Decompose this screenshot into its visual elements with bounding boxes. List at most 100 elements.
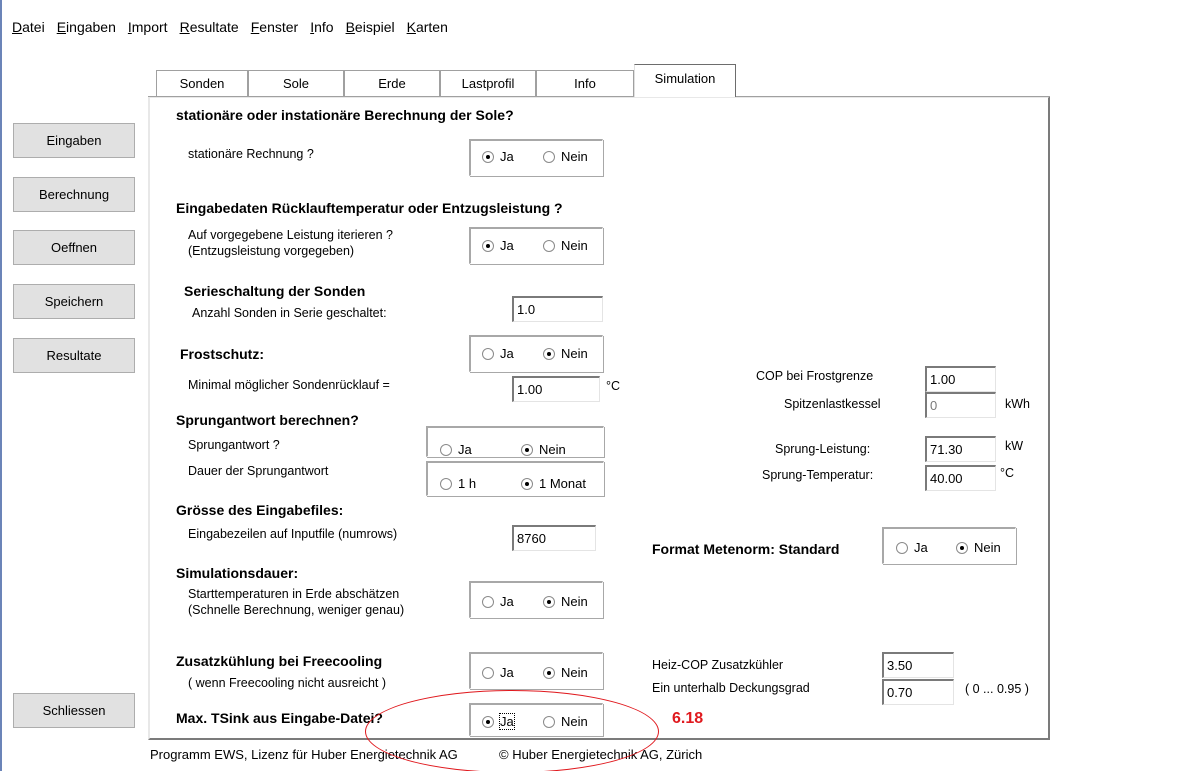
menu-import[interactable]: Import [128,19,168,39]
menu-datei[interactable]: Datei [12,19,45,39]
menu-fenster-label: enster [259,19,299,35]
dauer-label: Dauer der Sprungantwort [188,464,329,478]
radio-indicator-checked [482,150,494,163]
radio-indicator-checked [543,666,555,679]
menu-bar: Datei Eingaben Import Resultate Fenster … [12,19,460,39]
option-label: Nein [561,346,588,361]
option-label: 1 h [458,476,477,491]
radio-indicator-checked [956,541,968,554]
radio-indicator [482,347,494,360]
menu-fenster[interactable]: Fenster [251,19,298,39]
simulationsdauer-heading: Simulationsdauer: [176,565,299,581]
starttemperaturen-sublabel: (Schnelle Berechnung, weniger genau) [188,603,405,617]
heiz-cop-input[interactable]: 3.50 [882,652,954,678]
radio-indicator [896,541,908,554]
dauer-1monat-radio[interactable]: 1 Monat [521,476,586,491]
metenorm-label: Format Metenorm: Standard [652,541,840,557]
freecooling-label: ( wenn Freecooling nicht ausreicht ) [188,676,387,690]
option-label: Nein [561,238,588,253]
berechnung-button[interactable]: Berechnung [13,177,135,212]
sondenruecklauf-label: Minimal möglicher Sondenrücklauf = [188,378,390,392]
radio-indicator-checked [521,477,533,490]
zusatzkuehlung-ja-radio[interactable]: Ja [482,665,514,680]
sondenruecklauf-unit: °C [606,379,621,393]
sprung-temperatur-unit: °C [1000,466,1015,480]
menu-datei-label: atei [22,19,45,35]
simulationsdauer-ja-radio[interactable]: Ja [482,594,514,609]
menu-eingaben-mnemonic: E [56,19,67,35]
tab-simulation[interactable]: Simulation [634,64,736,97]
menu-eingaben-label: ingaben [66,19,116,35]
option-label: Nein [561,665,588,680]
option-label: Ja [500,346,514,361]
menu-karten-label: arten [415,19,448,35]
spitzenlastkessel-unit: kWh [1005,397,1030,411]
tab-sonden[interactable]: Sonden [156,70,248,96]
dauer-1h-radio[interactable]: 1 h [440,476,476,491]
option-label: Ja [500,665,514,680]
starttemperaturen-label: Starttemperaturen in Erde abschätzen [188,587,400,601]
stationaer-nein-radio[interactable]: Nein [543,149,588,164]
window-left-border [0,0,2,771]
stationaer-ja-radio[interactable]: Ja [482,149,514,164]
zusatzkuehlung-heading: Zusatzkühlung bei Freecooling [176,653,383,669]
tab-lastprofil[interactable]: Lastprofil [440,70,536,96]
frostschutz-ja-radio[interactable]: Ja [482,346,514,361]
iterieren-ja-radio[interactable]: Ja [482,238,514,253]
speichern-button[interactable]: Speichern [13,284,135,319]
tab-erde[interactable]: Erde [344,70,440,96]
sprungantwort-ja-radio[interactable]: Ja [440,442,472,457]
menu-datei-mnemonic: D [12,19,23,35]
tab-sole[interactable]: Sole [248,70,344,96]
eingaben-button[interactable]: Eingaben [13,123,135,158]
radio-indicator [440,477,452,490]
numrows-input[interactable]: 8760 [512,525,596,551]
iterieren-label: Auf vorgegebene Leistung iterieren ? [188,228,394,242]
eingabedaten-heading: Eingabedaten Rücklauftemperatur oder Ent… [176,200,563,216]
cop-frostgrenze-input[interactable]: 1.00 [925,366,996,392]
metenorm-ja-radio[interactable]: Ja [896,540,928,555]
iterieren-nein-radio[interactable]: Nein [543,238,588,253]
menu-resultate-label: esultate [189,19,239,35]
zusatzkuehlung-nein-radio[interactable]: Nein [543,665,588,680]
menu-eingaben[interactable]: Eingaben [57,19,116,39]
menu-beispiel[interactable]: Beispiel [346,19,395,39]
sprungantwort-nein-radio[interactable]: Nein [521,442,566,457]
sprungantwort-label: Sprungantwort ? [188,438,280,452]
option-label: Ja [914,540,928,555]
menu-resultate-mnemonic: R [179,19,190,35]
option-label: Nein [561,594,588,609]
simulationsdauer-nein-radio[interactable]: Nein [543,594,588,609]
iterieren-sublabel: (Entzugsleistung vorgegeben) [188,244,355,258]
sprungantwort-heading: Sprungantwort berechnen? [176,412,359,428]
menu-info[interactable]: Info [310,19,333,39]
sprung-temperatur-input[interactable]: 40.00 [925,465,996,491]
menu-karten[interactable]: Karten [407,19,448,39]
sondenruecklauf-input[interactable]: 1.00 [512,376,600,402]
spitzenlastkessel-input: 0 [925,392,996,418]
resultate-button[interactable]: Resultate [13,338,135,373]
option-label: Nein [561,149,588,164]
option-label: Ja [500,149,514,164]
option-label: Nein [539,442,566,457]
option-label: Nein [974,540,1001,555]
serie-anzahl-label: Anzahl Sonden in Serie geschaltet: [192,306,387,320]
menu-resultate[interactable]: Resultate [180,19,239,39]
radio-indicator-checked [482,239,494,252]
sprung-leistung-input[interactable]: 71.30 [925,436,996,462]
tab-info[interactable]: Info [536,70,634,96]
frostschutz-nein-radio[interactable]: Nein [543,346,588,361]
annotation-label: 6.18 [672,710,704,727]
menu-beispiel-mnemonic: B [345,19,355,35]
deckungsgrad-input[interactable]: 0.70 [882,679,954,705]
serie-anzahl-input[interactable]: 1.0 [512,296,603,322]
metenorm-nein-radio[interactable]: Nein [956,540,1001,555]
radio-indicator-checked [521,443,533,456]
sprung-leistung-label: Sprung-Leistung: [775,442,871,456]
radio-indicator [482,666,494,679]
oeffnen-button[interactable]: Oeffnen [13,230,135,265]
deckungsgrad-range: ( 0 ... 0.95 ) [965,682,1029,696]
deckungsgrad-label: Ein unterhalb Deckungsgrad [652,681,810,695]
sprung-temperatur-label: Sprung-Temperatur: [762,468,874,482]
schliessen-button[interactable]: Schliessen [13,693,135,728]
